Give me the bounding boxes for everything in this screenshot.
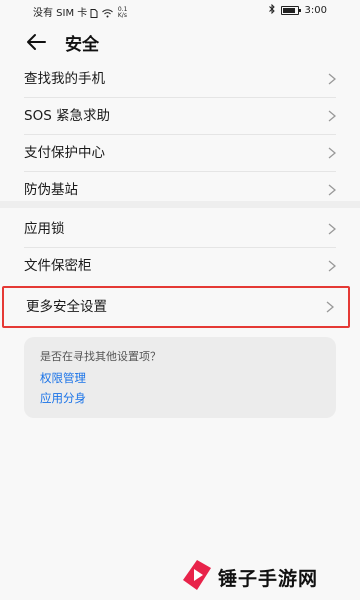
chevron-right-icon [328, 260, 336, 272]
sim-status: 没有 SIM 卡 [33, 8, 88, 19]
item-label: 防伪基站 [24, 182, 78, 198]
settings-group-primary: 查找我的手机 SOS 紧急求助 支付保护中心 防伪基站 [0, 61, 360, 208]
sos-item[interactable]: SOS 紧急求助 [24, 98, 336, 135]
chevron-right-icon [328, 73, 336, 85]
item-label: 文件保密柜 [24, 258, 92, 274]
app-lock-item[interactable]: 应用锁 [24, 211, 336, 248]
suggestion-question: 是否在寻找其他设置项？ [40, 350, 161, 363]
bluetooth-icon [268, 3, 275, 17]
battery-icon [280, 6, 301, 15]
item-label: 支付保护中心 [24, 145, 105, 161]
net-speed-unit: K/s [117, 12, 127, 19]
net-speed: 0.1 K/s [118, 7, 128, 19]
item-label: SOS 紧急求助 [24, 108, 111, 124]
item-label: 查找我的手机 [24, 71, 105, 87]
back-button[interactable] [25, 32, 47, 52]
status-left: 没有 SIM 卡 0.1 K/s [33, 4, 128, 20]
header: 安全 [0, 26, 360, 58]
item-label: 应用锁 [24, 221, 65, 237]
chevron-right-icon [328, 147, 336, 159]
clock: 3:00 [304, 5, 327, 16]
suggestion-card: 是否在寻找其他设置项？ 权限管理 应用分身 [24, 337, 336, 418]
permission-management-link[interactable]: 权限管理 [40, 370, 86, 386]
watermark-text: 锤子手游网 [218, 568, 319, 590]
chevron-right-icon [326, 301, 334, 313]
app-twin-link[interactable]: 应用分身 [40, 390, 86, 406]
chevron-right-icon [328, 184, 336, 196]
status-right: 3:00 [268, 3, 327, 17]
back-arrow-icon [27, 34, 46, 50]
group-divider [0, 201, 360, 208]
sim-icon [90, 8, 101, 19]
item-label: 更多安全设置 [26, 299, 107, 315]
more-security-settings-item[interactable]: 更多安全设置 [2, 286, 350, 328]
find-my-phone-item[interactable]: 查找我的手机 [24, 61, 336, 98]
settings-group-secondary: 应用锁 文件保密柜 [0, 211, 360, 284]
payment-protection-item[interactable]: 支付保护中心 [24, 135, 336, 172]
file-safe-item[interactable]: 文件保密柜 [24, 248, 336, 284]
chevron-right-icon [328, 110, 336, 122]
wifi-icon [101, 8, 116, 19]
status-bar: 没有 SIM 卡 0.1 K/s 3:00 [0, 0, 360, 20]
page-title: 安全 [65, 35, 99, 55]
watermark-logo-icon [183, 560, 211, 590]
chevron-right-icon [328, 223, 336, 235]
watermark: 锤子手游网 [178, 556, 348, 596]
